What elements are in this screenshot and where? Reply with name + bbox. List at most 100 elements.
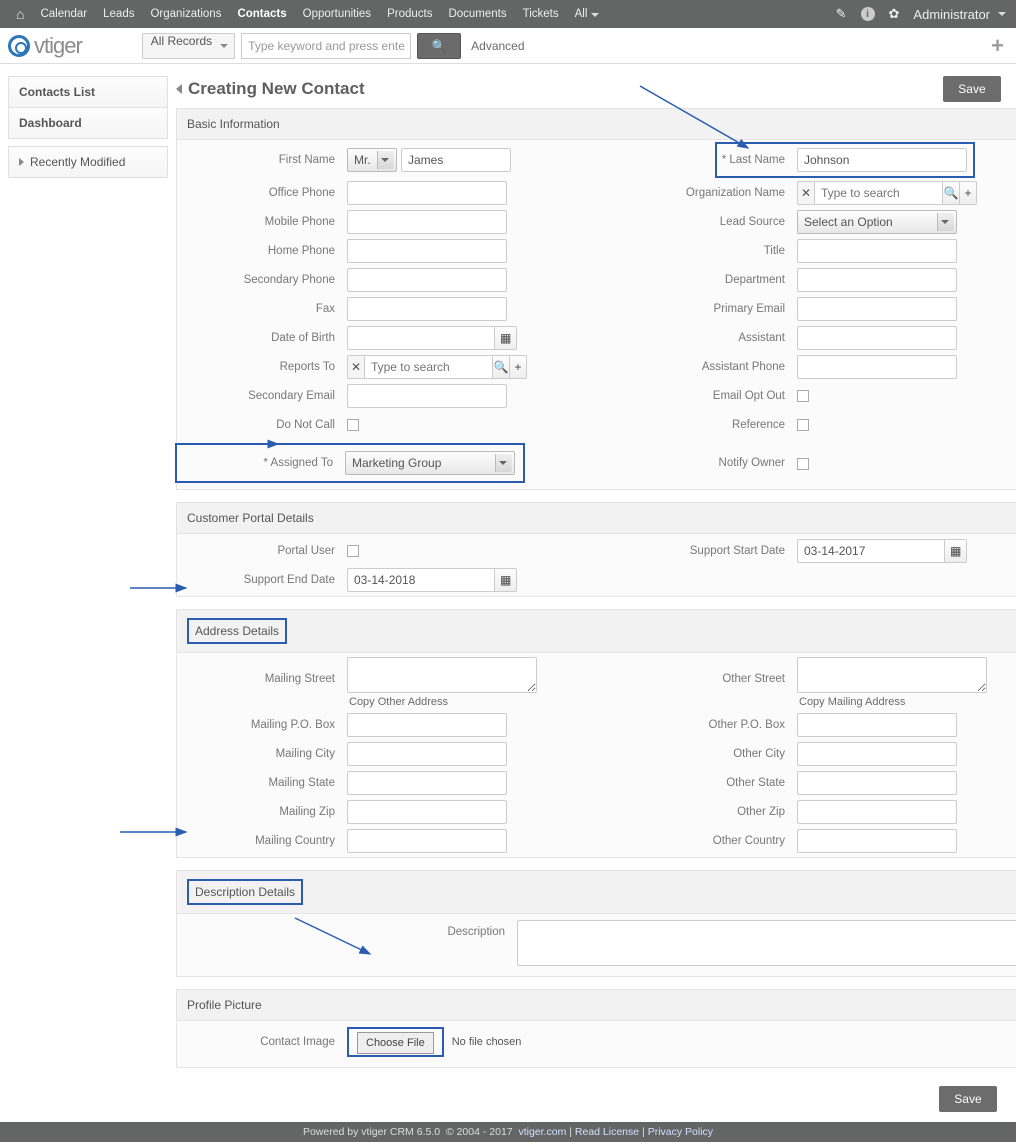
reports-clear-icon[interactable]: ✕ [347,355,364,379]
top-navbar: ⌂ Calendar Leads Organizations Contacts … [0,0,1016,28]
other-street-label: Other Street [627,657,797,685]
title-label: Title [627,245,797,257]
department-input[interactable] [797,268,957,292]
assistant-label: Assistant [627,332,797,344]
sidebar: Contacts List Dashboard Recently Modifie… [8,76,168,1118]
search-input[interactable] [241,33,411,59]
assistant-input[interactable] [797,326,957,350]
assigned-to-select[interactable]: Marketing Group [345,451,515,475]
salutation-select[interactable]: Mr. [347,148,397,172]
assistant-phone-input[interactable] [797,355,957,379]
other-street-input[interactable] [797,657,987,693]
nav-products[interactable]: Products [381,8,438,20]
footer-site-link[interactable]: vtiger.com [518,1126,566,1138]
title-input[interactable] [797,239,957,263]
secondary-phone-input[interactable] [347,268,507,292]
logo-text: vtiger [34,33,82,59]
footer-license-link[interactable]: Read License [575,1126,639,1138]
other-po-input[interactable] [797,713,957,737]
mailing-state-label: Mailing State [177,777,347,789]
mailing-zip-input[interactable] [347,800,507,824]
nav-all[interactable]: All [569,8,606,20]
first-name-label: First Name [177,154,347,166]
portal-user-checkbox[interactable] [347,545,359,557]
choose-file-button[interactable]: Choose File [357,1032,434,1054]
notify-owner-checkbox[interactable] [797,458,809,470]
nav-opportunities[interactable]: Opportunities [297,8,377,20]
advanced-search-link[interactable]: Advanced [471,39,524,53]
mobile-phone-label: Mobile Phone [177,216,347,228]
lead-source-select[interactable]: Select an Option [797,210,957,234]
other-state-input[interactable] [797,771,957,795]
calendar-icon[interactable]: ▦ [494,568,517,592]
logo[interactable]: vtiger [8,33,82,59]
nav-documents[interactable]: Documents [442,8,512,20]
other-city-input[interactable] [797,742,957,766]
quick-create-icon[interactable]: + [991,33,1008,59]
records-select[interactable]: All Records [142,33,235,59]
calendar-icon[interactable]: ▦ [944,539,967,563]
last-name-input[interactable] [797,148,967,172]
sidebar-recently-modified[interactable]: Recently Modified [8,146,168,178]
fax-input[interactable] [347,297,507,321]
back-icon[interactable] [176,84,182,94]
calendar-icon[interactable]: ▦ [494,326,517,350]
user-menu[interactable]: Administrator [913,7,1006,22]
reports-search-icon[interactable]: 🔍 [493,355,510,379]
fax-label: Fax [177,303,347,315]
sidebar-rm-label: Recently Modified [30,155,125,169]
first-name-input[interactable] [401,148,511,172]
support-end-label: Support End Date [177,574,347,586]
mailing-po-input[interactable] [347,713,507,737]
support-start-input[interactable] [797,539,944,563]
copy-other-address-link[interactable]: Copy Other Address [347,696,537,708]
copy-mailing-address-link[interactable]: Copy Mailing Address [797,696,987,708]
top-nav-left: ⌂ Calendar Leads Organizations Contacts … [10,6,605,22]
primary-email-input[interactable] [797,297,957,321]
primary-email-label: Primary Email [627,303,797,315]
support-end-input[interactable] [347,568,494,592]
mailing-city-input[interactable] [347,742,507,766]
mobile-phone-input[interactable] [347,210,507,234]
cancel-button-top[interactable]: Cancel [1011,76,1016,102]
mailing-street-input[interactable] [347,657,537,693]
mailing-state-input[interactable] [347,771,507,795]
gear-icon[interactable]: ✿ [889,6,900,22]
organization-input[interactable] [814,181,943,205]
org-search-icon[interactable]: 🔍 [943,181,960,205]
cancel-button-bottom[interactable]: Cancel [1007,1086,1016,1112]
email-opt-out-checkbox[interactable] [797,390,809,402]
logo-icon [8,35,30,57]
nav-calendar[interactable]: Calendar [34,8,93,20]
save-button-top[interactable]: Save [943,76,1000,102]
compose-icon[interactable]: ✎ [836,6,847,22]
sidebar-contacts-list[interactable]: Contacts List [8,76,168,108]
mailing-country-input[interactable] [347,829,507,853]
other-zip-input[interactable] [797,800,957,824]
address-header: Address Details [177,610,1016,653]
do-not-call-label: Do Not Call [177,419,347,431]
secondary-email-input[interactable] [347,384,507,408]
do-not-call-checkbox[interactable] [347,419,359,431]
nav-tickets[interactable]: Tickets [517,8,565,20]
help-icon[interactable]: i [861,7,875,21]
reports-to-input[interactable] [364,355,493,379]
office-phone-input[interactable] [347,181,507,205]
mailing-country-label: Mailing Country [177,835,347,847]
reference-checkbox[interactable] [797,419,809,431]
home-icon[interactable]: ⌂ [10,6,30,22]
home-phone-input[interactable] [347,239,507,263]
save-button-bottom[interactable]: Save [939,1086,996,1112]
nav-organizations[interactable]: Organizations [144,8,227,20]
org-clear-icon[interactable]: ✕ [797,181,814,205]
sidebar-dashboard[interactable]: Dashboard [8,107,168,139]
description-input[interactable] [517,920,1016,966]
reports-add-icon[interactable]: + [510,355,527,379]
dob-input[interactable] [347,326,494,350]
nav-leads[interactable]: Leads [97,8,140,20]
other-country-input[interactable] [797,829,957,853]
nav-contacts[interactable]: Contacts [231,8,292,20]
search-button[interactable]: 🔍 [417,33,461,59]
footer-privacy-link[interactable]: Privacy Policy [648,1126,713,1138]
org-add-icon[interactable]: + [960,181,977,205]
